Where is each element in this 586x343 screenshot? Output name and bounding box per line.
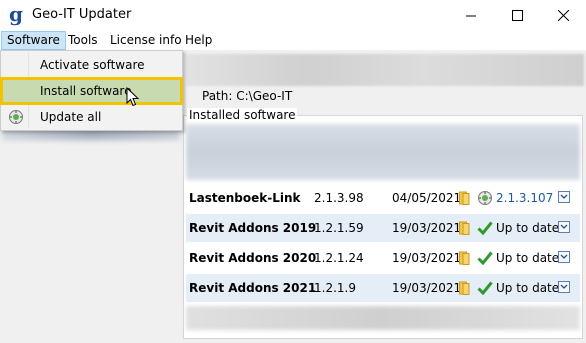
- row-dropdown-button[interactable]: [558, 221, 570, 233]
- close-icon: [557, 10, 569, 21]
- minimize-icon: [466, 15, 476, 16]
- software-date: 19/03/2021: [392, 251, 462, 265]
- chevron-down-icon: [560, 284, 568, 289]
- window-title: Geo-IT Updater: [32, 7, 132, 22]
- software-name: Revit Addons 2020: [189, 251, 317, 265]
- maximize-button[interactable]: [494, 0, 540, 31]
- software-version: 2.1.3.98: [314, 191, 364, 205]
- software-name: Lastenboek-Link: [189, 191, 301, 205]
- app-logo-icon: g: [9, 4, 23, 26]
- path-label: Path:: [202, 89, 233, 103]
- install-path: Path: C:\Geo-IT: [202, 89, 292, 103]
- menu-tools[interactable]: Tools: [63, 31, 103, 50]
- chevron-down-icon: [560, 254, 568, 259]
- mouse-cursor-icon: [126, 87, 140, 107]
- software-date: 19/03/2021: [392, 221, 462, 235]
- folder-icon[interactable]: [459, 191, 470, 205]
- installed-software-title: Installed software: [187, 108, 298, 122]
- title-bar: g Geo-IT Updater: [0, 0, 586, 31]
- menu-item-update-all[interactable]: Update all: [2, 105, 181, 129]
- software-menu-dropdown: Activate software Install software Updat…: [0, 50, 183, 131]
- chevron-down-icon: [560, 194, 568, 199]
- software-version: 1.2.1.59: [314, 221, 364, 235]
- menu-item-label: Install software: [40, 84, 132, 98]
- checkmark-icon: [477, 251, 493, 266]
- checkmark-icon: [477, 221, 493, 236]
- folder-icon[interactable]: [459, 221, 470, 235]
- software-row: Revit Addons 2019 1.2.1.59 19/03/2021 Up…: [186, 214, 580, 242]
- maximize-icon: [511, 10, 523, 21]
- software-status: 2.1.3.107: [496, 191, 554, 205]
- header-banner: [186, 54, 584, 86]
- software-name: Revit Addons 2021: [189, 281, 317, 295]
- software-row: Lastenboek-Link 2.1.3.98 04/05/2021 2.1.…: [186, 184, 580, 212]
- svg-text:g: g: [9, 4, 23, 26]
- folder-icon[interactable]: [459, 281, 470, 295]
- close-button[interactable]: [540, 0, 586, 31]
- software-status: Up to date: [496, 221, 560, 235]
- menu-item-label: Activate software: [40, 58, 145, 72]
- software-version: 1.2.1.24: [314, 251, 364, 265]
- update-icon: [9, 110, 23, 124]
- panel-footer-image: [186, 306, 580, 330]
- chevron-down-icon: [560, 224, 568, 229]
- software-date: 04/05/2021: [392, 191, 462, 205]
- menu-license-info[interactable]: License info: [105, 31, 187, 50]
- software-date: 19/03/2021: [392, 281, 462, 295]
- software-status: Up to date: [496, 281, 560, 295]
- folder-icon[interactable]: [459, 251, 470, 265]
- menu-item-label: Update all: [40, 110, 102, 124]
- software-row: Revit Addons 2020 1.2.1.24 19/03/2021 Up…: [186, 244, 580, 272]
- software-row: Revit Addons 2021 1.2.1.9 19/03/2021 Up …: [186, 274, 580, 302]
- menu-software[interactable]: Software: [1, 31, 66, 50]
- menu-help[interactable]: Help: [180, 31, 217, 50]
- app-window: g Geo-IT Updater Software Tools License …: [0, 0, 586, 343]
- menu-item-activate-software[interactable]: Activate software: [2, 53, 181, 77]
- checkmark-icon: [477, 281, 493, 296]
- menu-item-install-software[interactable]: Install software: [0, 77, 183, 105]
- menu-bar: Software Tools License info Help: [0, 31, 586, 50]
- path-value: C:\Geo-IT: [236, 89, 293, 103]
- panel-header-image: [186, 124, 580, 180]
- software-name: Revit Addons 2019: [189, 221, 317, 235]
- minimize-button[interactable]: [448, 0, 494, 31]
- row-dropdown-button[interactable]: [558, 281, 570, 293]
- row-dropdown-button[interactable]: [558, 251, 570, 263]
- software-status: Up to date: [496, 251, 560, 265]
- software-version: 1.2.1.9: [314, 281, 356, 295]
- row-dropdown-button[interactable]: [558, 191, 570, 203]
- update-available-icon: [478, 191, 492, 205]
